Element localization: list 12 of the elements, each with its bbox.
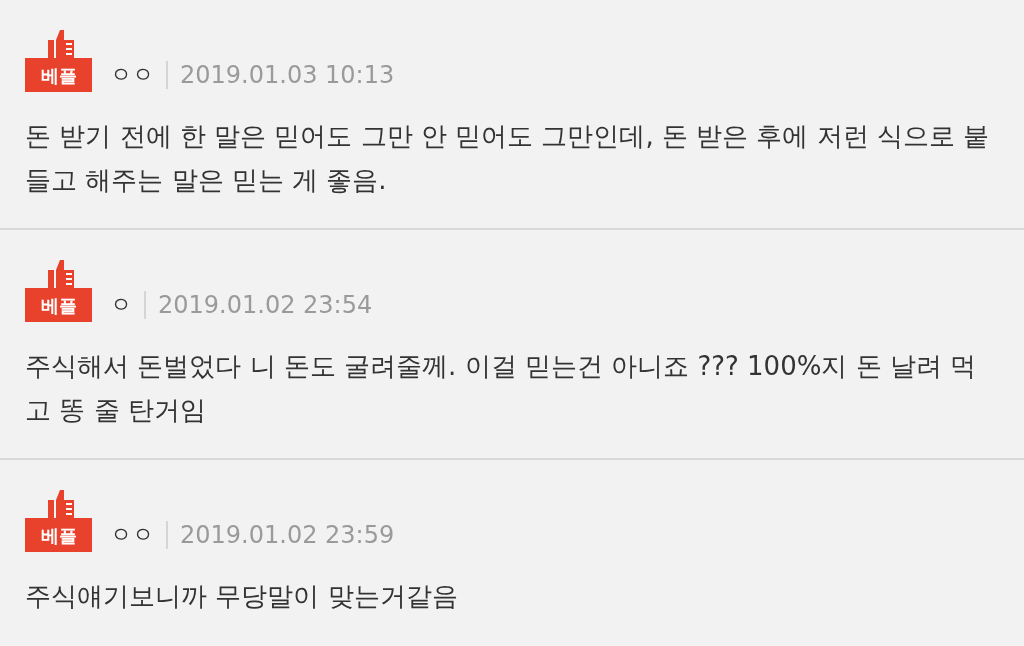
author-name: ㅇㅇ bbox=[110, 61, 168, 89]
best-comment-badge: 베플 bbox=[25, 288, 92, 322]
comment-date: 2019.01.03 10:13 bbox=[180, 60, 395, 91]
comment-date: 2019.01.02 23:59 bbox=[180, 520, 395, 551]
author-name: ㅇㅇ bbox=[110, 521, 168, 549]
author-name: ㅇ bbox=[110, 291, 146, 319]
best-comment-badge: 베플 bbox=[25, 58, 92, 92]
comment-text: 주식얘기보니까 무당말이 맞는거같음 bbox=[25, 580, 459, 613]
comment-text: 주식해서 돈벌었다 니 돈도 굴려줄께. 이걸 믿는건 아니죠 ??? 100%지 돈 날려 먹고 똥 줄 탄거임 bbox=[25, 350, 978, 427]
comment-date: 2019.01.02 23:54 bbox=[158, 290, 373, 321]
best-comment-badge: 베플 bbox=[25, 518, 92, 552]
comment-text: 돈 받기 전에 한 말은 믿어도 그만 안 믿어도 그만인데, 돈 받은 후에 저런 식으로 붙들고 해주는 말은 믿는 게 좋음. bbox=[25, 120, 991, 197]
